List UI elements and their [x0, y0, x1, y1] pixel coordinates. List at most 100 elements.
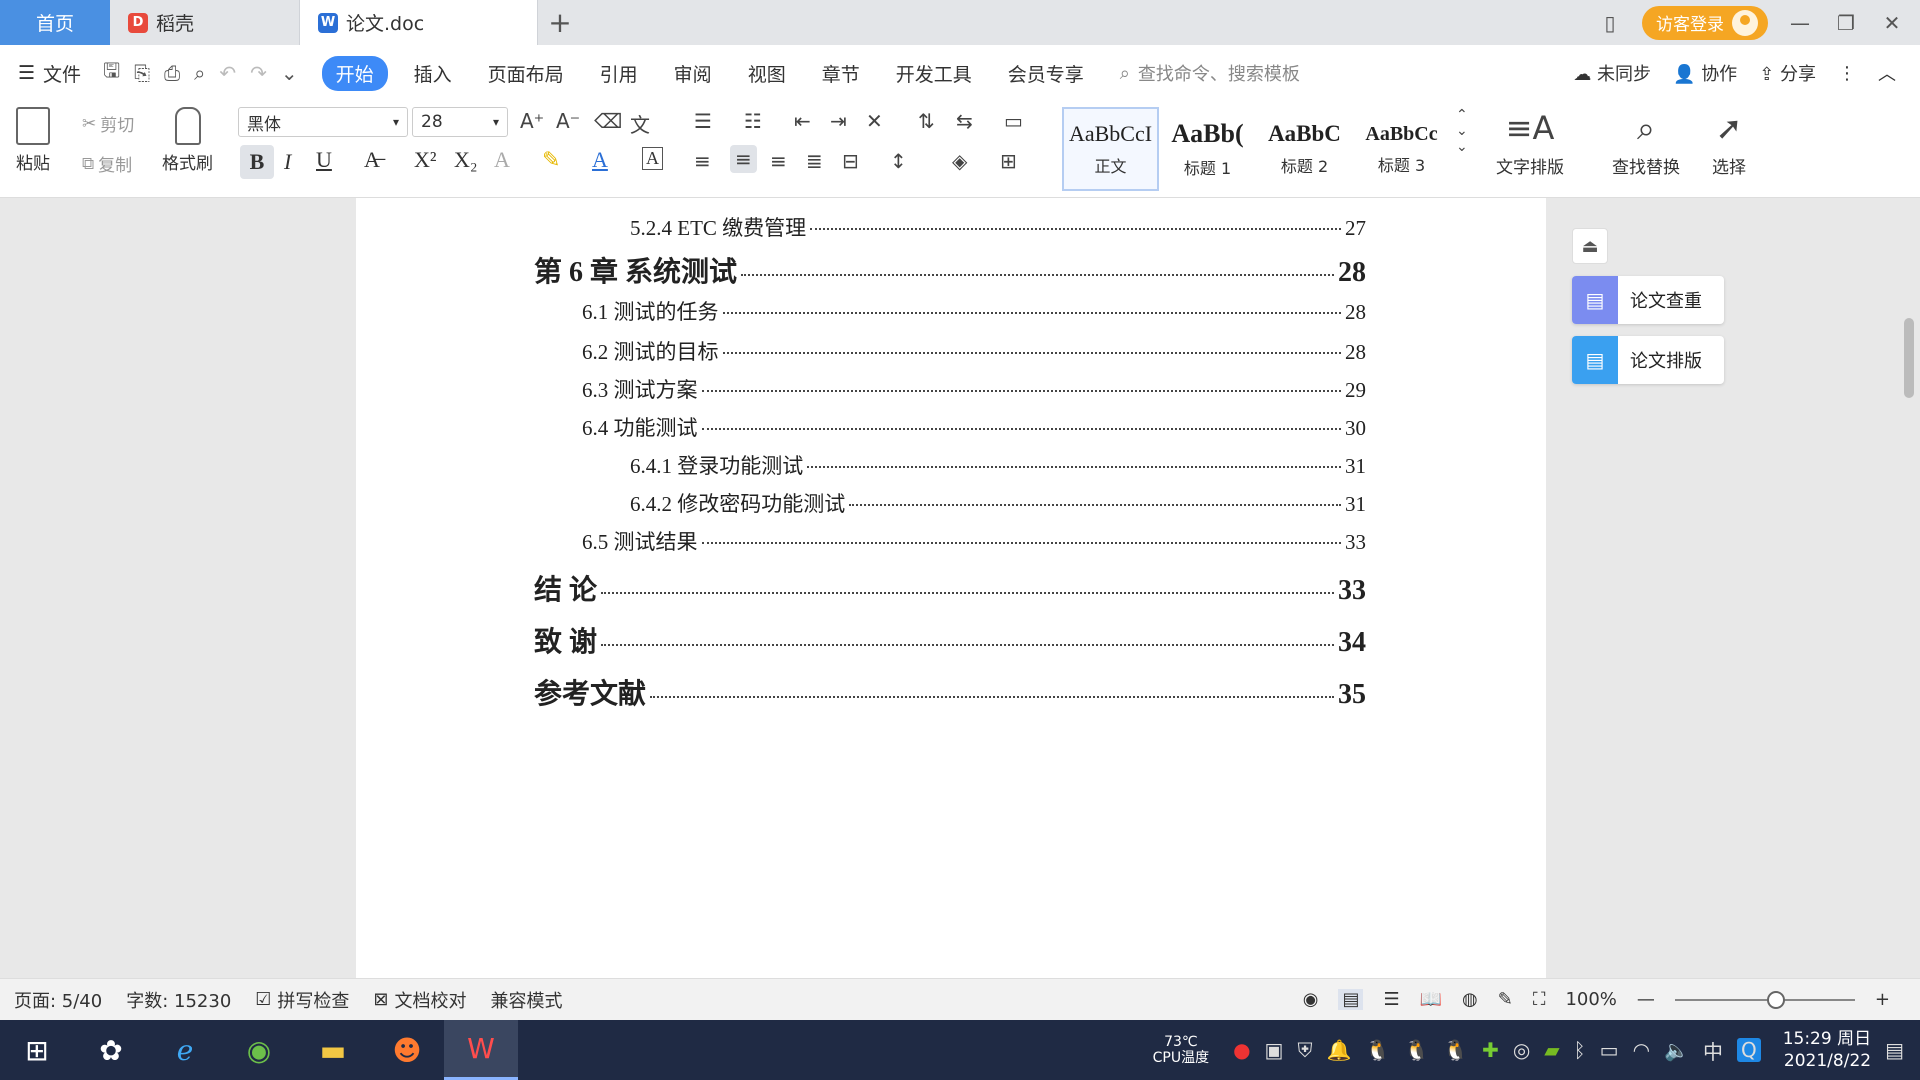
vertical-scrollbar[interactable] [1902, 198, 1916, 978]
zoom-level[interactable]: 100% [1565, 989, 1616, 1010]
tray-app-icon[interactable]: ▣ [1265, 1038, 1284, 1062]
collapse-ribbon-icon[interactable]: ︿ [1878, 60, 1896, 86]
file-explorer-icon[interactable]: ▬ [296, 1020, 370, 1080]
web-view-icon[interactable]: ◍ [1462, 989, 1478, 1010]
toc-entry[interactable]: 第 6 章 系统测试 28 [534, 250, 1366, 290]
tab-home[interactable]: 首页 [0, 0, 110, 45]
menu-page-layout[interactable]: 页面布局 [470, 60, 582, 87]
share-button[interactable]: ⇪ 分享 [1759, 60, 1816, 86]
tab-daoke[interactable]: D 稻壳 [110, 0, 300, 45]
paste-button[interactable]: 粘贴 [16, 107, 50, 174]
command-search-input[interactable]: ⌕ 查找命令、搜索模板 [1120, 60, 1300, 86]
pen-icon[interactable]: ✎ [1498, 989, 1513, 1010]
align-center-icon[interactable]: ≡ [730, 145, 757, 173]
page-view-icon[interactable]: ▤ [1338, 989, 1364, 1010]
toc-entry[interactable]: 6.3 测试方案 29 [582, 374, 1366, 404]
sync-button[interactable]: ☁ 未同步 [1573, 60, 1651, 86]
decrease-indent-icon[interactable]: ⇤ [794, 109, 811, 133]
word-count[interactable]: 字数: 15230 [126, 987, 231, 1013]
menu-view[interactable]: 视图 [730, 60, 804, 87]
tab-document[interactable]: W 论文.doc [300, 0, 538, 45]
page-indicator[interactable]: 页面: 5/40 [14, 987, 102, 1013]
line-spacing-icon[interactable]: ↕ [890, 149, 907, 173]
notification-bell-icon[interactable]: 🔔 [1326, 1038, 1351, 1062]
numbered-list-icon[interactable]: ☷ [744, 109, 762, 133]
sort-icon[interactable]: ⇅ [918, 109, 935, 133]
qq-icon[interactable]: 🐧 [1404, 1038, 1429, 1062]
output-icon[interactable]: ⎘ [134, 61, 150, 85]
collab-button[interactable]: 👤 协作 [1673, 60, 1737, 86]
superscript-button[interactable]: X² [414, 147, 436, 173]
toc-entry[interactable]: 6.4.2 修改密码功能测试 31 [630, 488, 1366, 518]
menu-member[interactable]: 会员专享 [990, 60, 1102, 87]
redo-icon[interactable]: ↷ [250, 61, 267, 85]
align-right-icon[interactable]: ≡ [770, 149, 787, 173]
toc-entry[interactable]: 6.1 测试的任务 28 [582, 296, 1366, 326]
tray-app-icon[interactable]: ● [1233, 1038, 1250, 1062]
scrollbar-thumb[interactable] [1904, 318, 1914, 398]
phonetic-icon[interactable]: 文 [630, 109, 650, 138]
print-preview-icon[interactable]: ⌕ [194, 61, 205, 85]
save-icon[interactable]: 🖫 [103, 56, 120, 90]
style-heading-3[interactable]: AaBbCc 标题 3 [1353, 107, 1450, 191]
qq-browser-icon[interactable]: Q [1736, 1038, 1761, 1062]
toc-entry[interactable]: 5.2.4 ETC 缴费管理 27 [630, 212, 1366, 242]
tray-plus-icon[interactable]: ✚ [1482, 1038, 1499, 1062]
toc-entry[interactable]: 致 谢 34 [534, 620, 1366, 660]
eye-protection-icon[interactable]: ◉ [1303, 989, 1319, 1010]
app-launcher-icon[interactable]: ✿ [74, 1020, 148, 1080]
ie-browser-icon[interactable]: ℯ [148, 1020, 222, 1080]
font-size-select[interactable]: 28 ▾ [412, 107, 508, 137]
align-left-icon[interactable]: ≡ [694, 149, 711, 173]
spell-check-button[interactable]: ☑ 拼写检查 [255, 987, 349, 1013]
action-center-icon[interactable]: ▤ [1885, 1038, 1904, 1062]
document-page[interactable]: 5.2.4 ETC 缴费管理 27 第 6 章 系统测试 28 6.1 测试的任务 28 6… [356, 198, 1546, 978]
char-border-button[interactable]: A [642, 147, 663, 170]
text-effect-button[interactable]: A [494, 147, 510, 173]
text-layout-button[interactable]: ≡A 文字排版 [1496, 109, 1564, 178]
shield-icon[interactable]: ⛨ [1297, 1038, 1312, 1062]
ime-indicator[interactable]: 中 [1703, 1036, 1723, 1065]
qq-icon[interactable]: 🐧 [1365, 1038, 1390, 1062]
distributed-icon[interactable]: ⊟ [842, 149, 859, 173]
paper-check-button[interactable]: ▤ 论文查重 [1572, 276, 1724, 324]
wps-taskbar-icon[interactable]: W [444, 1020, 518, 1080]
style-heading-1[interactable]: AaBb( 标题 1 [1159, 107, 1256, 191]
cpu-temp-widget[interactable]: 73℃ CPU温度 [1153, 1034, 1209, 1066]
tray-app-icon[interactable]: ◎ [1513, 1038, 1530, 1062]
clock[interactable]: 15:29 周日 2021/8/22 [1783, 1028, 1871, 1072]
increase-indent-icon[interactable]: ⇥ [830, 109, 847, 133]
style-heading-2[interactable]: AaBbC 标题 2 [1256, 107, 1353, 191]
zoom-in-icon[interactable]: + [1875, 989, 1890, 1010]
bluetooth-icon[interactable]: ᛒ [1574, 1038, 1586, 1062]
battery-icon[interactable]: ▭ [1600, 1038, 1619, 1062]
visitor-login-button[interactable]: 访客登录 [1642, 5, 1768, 40]
chinese-layout-icon[interactable]: ✕ [866, 109, 883, 133]
volume-icon[interactable]: 🔈 [1664, 1038, 1689, 1062]
print-icon[interactable]: ⎙ [164, 61, 180, 85]
fit-page-icon[interactable]: ⛶ [1533, 989, 1546, 1010]
text-direction-icon[interactable]: ⇆ [956, 109, 973, 133]
paper-format-button[interactable]: ▤ 论文排版 [1572, 336, 1724, 384]
font-name-select[interactable]: 黑体 ▾ [238, 107, 408, 137]
doc-proof-button[interactable]: ⊠ 文档校对 [373, 987, 466, 1013]
more-icon[interactable]: ⋮ [1838, 63, 1856, 84]
menu-chapter[interactable]: 章节 [804, 60, 878, 87]
wifi-icon[interactable]: ◠ [1633, 1038, 1650, 1062]
find-replace-button[interactable]: ⌕ 查找替换 [1612, 109, 1680, 178]
toc-entry[interactable]: 参考文献 35 [534, 672, 1366, 712]
toc-entry[interactable]: 结 论 33 [534, 568, 1366, 608]
toc-entry[interactable]: 6.4.1 登录功能测试 31 [630, 450, 1366, 480]
browser-icon[interactable]: ◉ [222, 1020, 296, 1080]
font-color-button[interactable]: A [592, 147, 608, 173]
minimize-button[interactable]: — [1786, 11, 1814, 35]
subscript-button[interactable]: X₂ [454, 147, 478, 173]
grow-font-icon[interactable]: A⁺ [520, 109, 544, 133]
menu-home[interactable]: 开始 [321, 55, 388, 91]
menu-review[interactable]: 审阅 [656, 60, 730, 87]
close-button[interactable]: ✕ [1878, 11, 1906, 35]
zoom-slider-knob[interactable] [1766, 990, 1785, 1009]
outline-view-icon[interactable]: ☰ [1383, 989, 1399, 1010]
collapse-panel-icon[interactable]: ⏏ [1572, 228, 1608, 264]
underline-button[interactable]: U [316, 147, 332, 173]
